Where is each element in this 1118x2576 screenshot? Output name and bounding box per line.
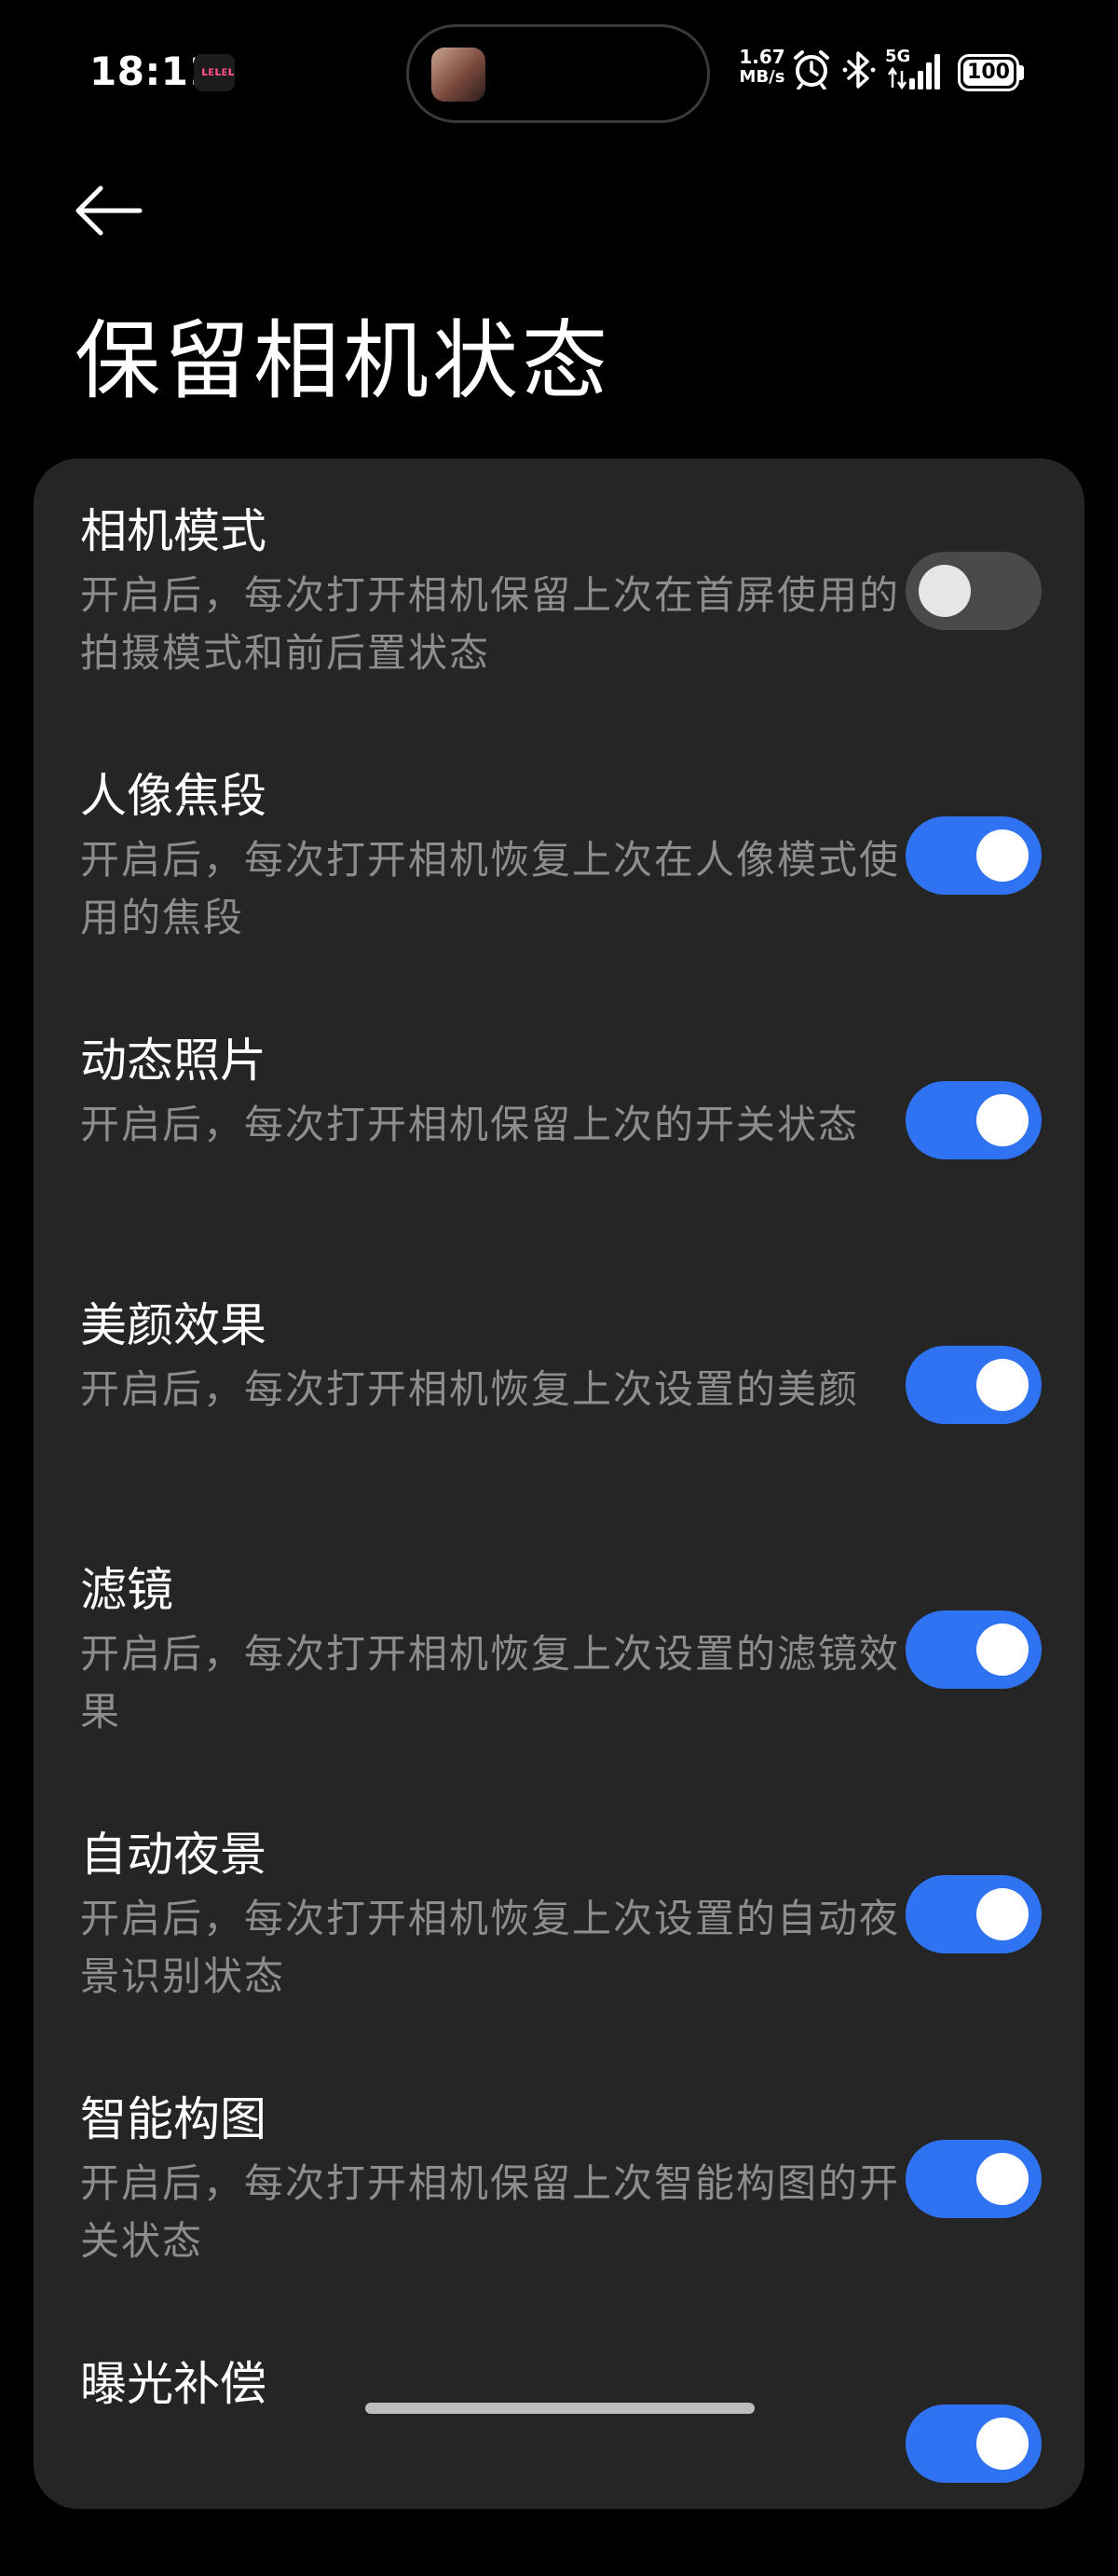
toggle-knob xyxy=(976,2153,1029,2205)
setting-exposure-compensation[interactable]: 曝光补偿 xyxy=(34,2311,1084,2576)
setting-live-photo[interactable]: 动态照片 开启后，每次打开相机保留上次的开关状态 xyxy=(34,988,1084,1253)
setting-title: 曝光补偿 xyxy=(80,2357,266,2411)
network-speed-unit: MB/s xyxy=(739,67,785,87)
bluetooth-icon xyxy=(842,51,876,89)
setting-auto-night[interactable]: 自动夜景 开启后，每次打开相机恢复上次设置的自动夜景识别状态 xyxy=(34,1782,1084,2047)
setting-description: 开启后，每次打开相机保留上次智能构图的开关状态 xyxy=(80,2160,901,2264)
toggle-knob xyxy=(919,565,971,617)
battery-tip xyxy=(1019,65,1024,80)
setting-description: 开启后，每次打开相机恢复上次设置的自动夜景识别状态 xyxy=(80,1896,901,1999)
setting-title: 智能构图 xyxy=(80,2092,266,2146)
home-indicator[interactable] xyxy=(365,2403,755,2414)
signal-icon xyxy=(887,54,940,90)
toggle-knob xyxy=(976,1624,1029,1676)
dynamic-island[interactable] xyxy=(406,24,710,123)
battery-icon: 100 xyxy=(958,54,1019,91)
setting-camera-mode[interactable]: 相机模式 开启后，每次打开相机保留上次在首屏使用的拍摄模式和前后置状态 xyxy=(34,459,1084,723)
setting-description: 开启后，每次打开相机恢复上次在人像模式使用的焦段 xyxy=(80,837,901,940)
alarm-icon xyxy=(794,50,829,89)
toggle-knob xyxy=(976,1359,1029,1411)
smart-composition-toggle[interactable] xyxy=(906,2140,1042,2218)
setting-title: 美颜效果 xyxy=(80,1298,266,1352)
notification-app-icon: ʟᴇʟᴇʟ xyxy=(194,54,235,91)
setting-portrait-focal[interactable]: 人像焦段 开启后，每次打开相机恢复上次在人像模式使用的焦段 xyxy=(34,723,1084,988)
auto-night-toggle[interactable] xyxy=(906,1875,1042,1953)
setting-filter[interactable]: 滤镜 开启后，每次打开相机恢复上次设置的滤镜效果 xyxy=(34,1517,1084,1782)
network-speed-value: 1.67 xyxy=(739,46,785,68)
toggle-knob xyxy=(976,1888,1029,1940)
toggle-knob xyxy=(976,1094,1029,1146)
media-thumbnail xyxy=(431,48,485,102)
back-arrow-icon xyxy=(75,185,143,236)
portrait-focal-toggle[interactable] xyxy=(906,816,1042,895)
battery-level: 100 xyxy=(963,60,1014,86)
network-speed: 1.67 MB/s xyxy=(736,47,788,88)
camera-mode-toggle[interactable] xyxy=(906,552,1042,630)
page-title: 保留相机状态 xyxy=(75,311,612,411)
app-badge-text: ʟᴇʟᴇʟ xyxy=(201,65,235,79)
status-bar: 18:11 ʟᴇʟᴇʟ 1.67 MB/s 5G 100 xyxy=(0,0,1118,140)
setting-title: 动态照片 xyxy=(80,1034,266,1088)
beauty-effect-toggle[interactable] xyxy=(906,1346,1042,1424)
live-photo-toggle[interactable] xyxy=(906,1081,1042,1159)
exposure-compensation-toggle[interactable] xyxy=(906,2405,1042,2483)
setting-description: 开启后，每次打开相机保留上次在首屏使用的拍摄模式和前后置状态 xyxy=(80,572,901,676)
setting-title: 相机模式 xyxy=(80,504,266,558)
setting-description: 开启后，每次打开相机恢复上次设置的美颜 xyxy=(80,1366,860,1412)
setting-title: 人像焦段 xyxy=(80,769,266,823)
setting-beauty-effect[interactable]: 美颜效果 开启后，每次打开相机恢复上次设置的美颜 xyxy=(34,1253,1084,1517)
filter-toggle[interactable] xyxy=(906,1610,1042,1689)
settings-card: 相机模式 开启后，每次打开相机保留上次在首屏使用的拍摄模式和前后置状态 人像焦段… xyxy=(34,459,1084,2509)
setting-smart-composition[interactable]: 智能构图 开启后，每次打开相机保留上次智能构图的开关状态 xyxy=(34,2047,1084,2311)
setting-title: 自动夜景 xyxy=(80,1828,266,1882)
back-button[interactable] xyxy=(73,183,157,239)
setting-description: 开启后，每次打开相机恢复上次设置的滤镜效果 xyxy=(80,1631,901,1734)
setting-description: 开启后，每次打开相机保留上次的开关状态 xyxy=(80,1102,860,1147)
toggle-knob xyxy=(976,2418,1029,2470)
toggle-knob xyxy=(976,829,1029,882)
setting-title: 滤镜 xyxy=(80,1563,173,1617)
